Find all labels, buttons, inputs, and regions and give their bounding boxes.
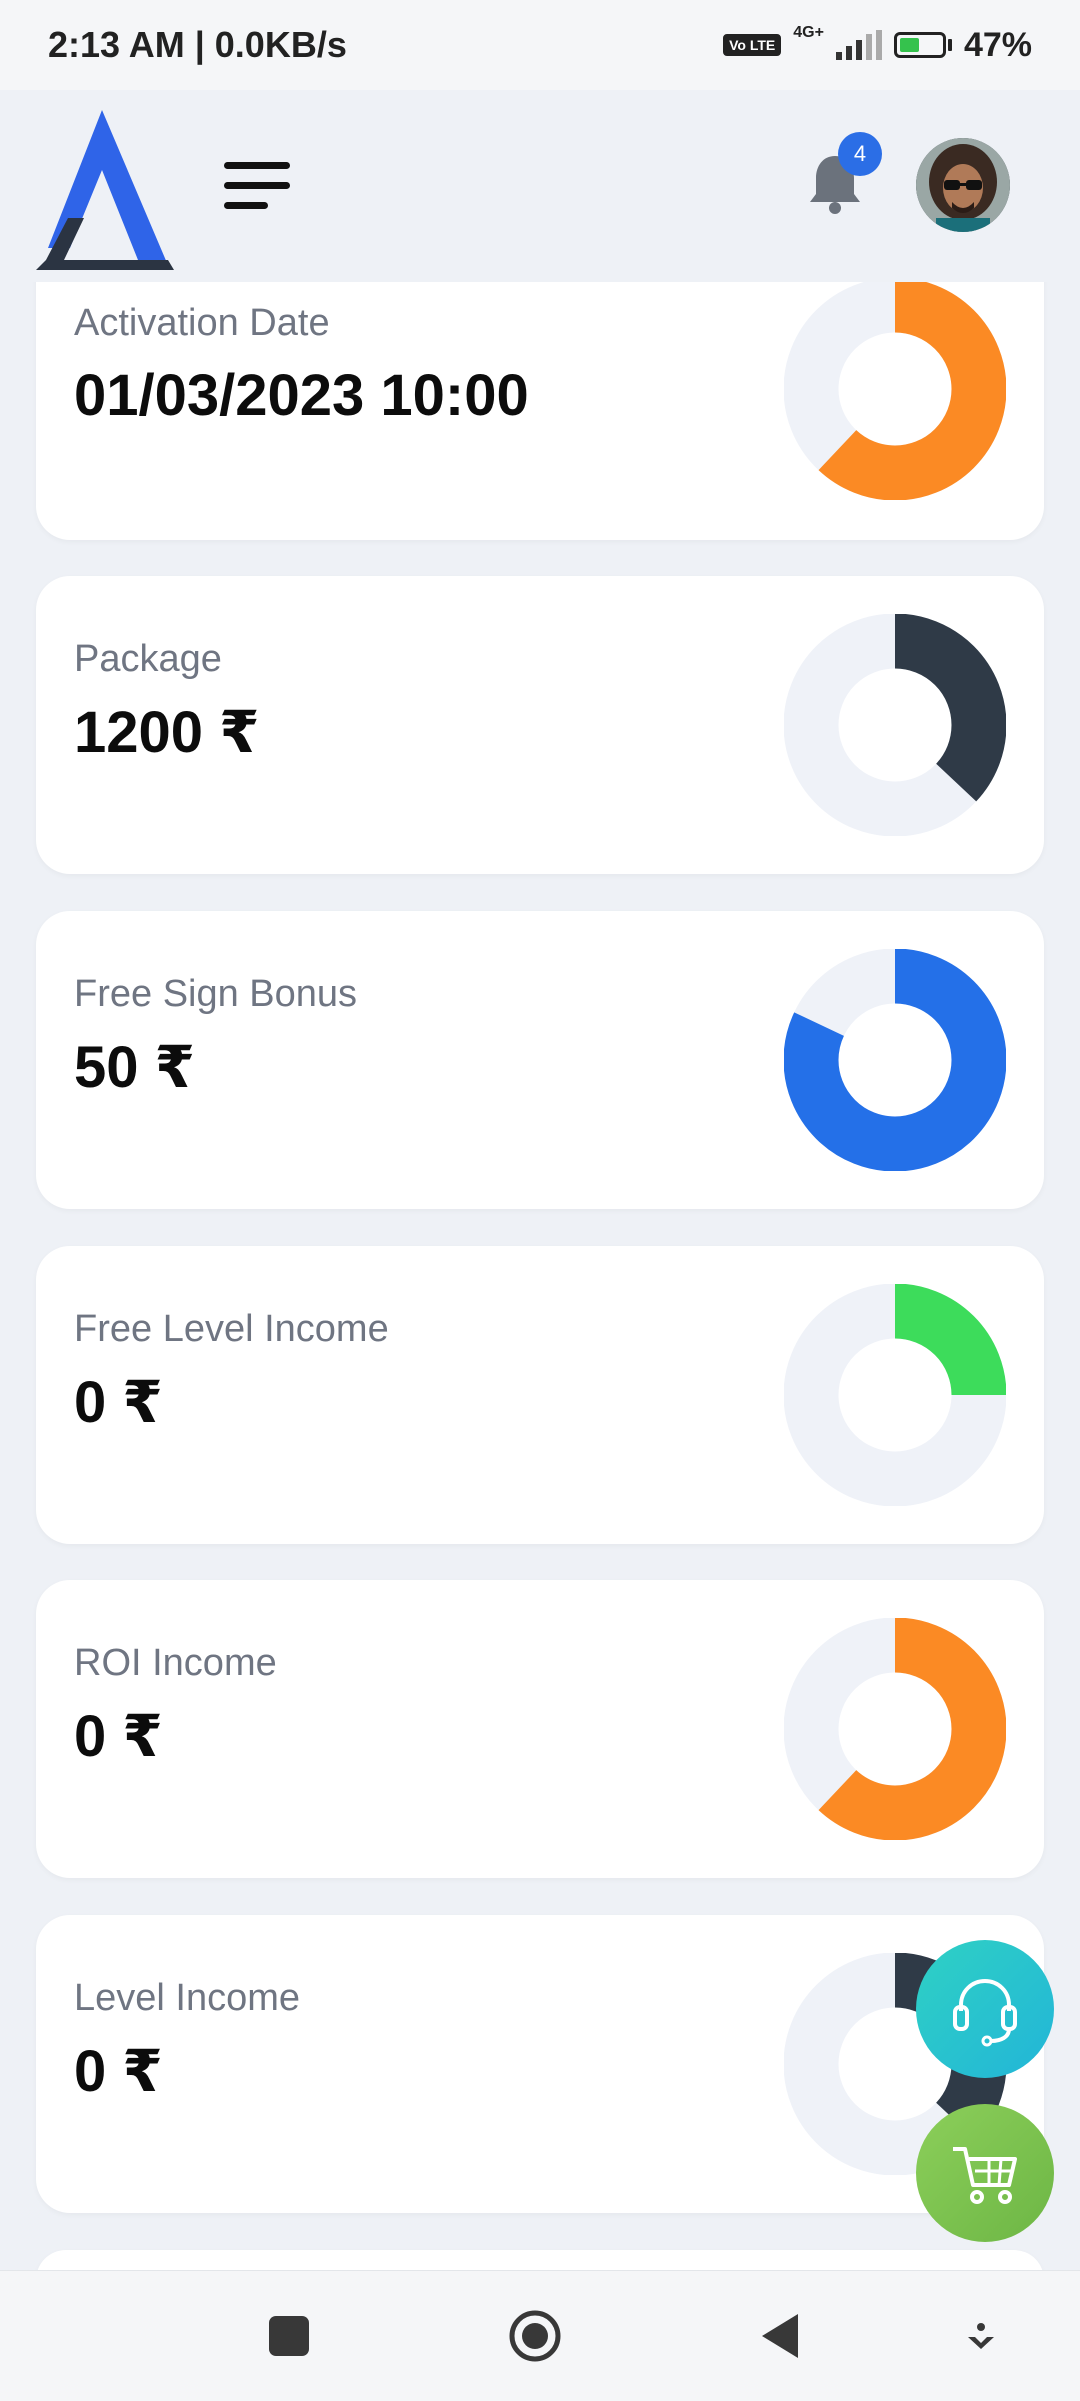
donut-chart-icon — [784, 614, 1006, 836]
stat-card-value: 1200 ₹ — [74, 700, 260, 765]
stat-card: Free Sign Bonus 50 ₹ — [36, 911, 1044, 1209]
stat-card-label: Free Level Income — [74, 1308, 389, 1350]
stat-card-value: 0 ₹ — [74, 1704, 163, 1769]
stat-card: Level Income 0 ₹ — [36, 1915, 1044, 2213]
donut-chart-icon — [784, 1284, 1006, 1506]
home-circle-icon[interactable] — [508, 2309, 562, 2363]
recents-square-icon[interactable] — [262, 2309, 316, 2363]
back-triangle-icon[interactable] — [754, 2309, 808, 2363]
stat-card: Package 1200 ₹ — [36, 576, 1044, 874]
donut-chart-icon — [784, 949, 1006, 1171]
stat-card-label: Free Sign Bonus — [74, 973, 358, 1015]
stat-card: Activation Date 01/03/2023 10:00 — [36, 270, 1044, 540]
headset-icon — [953, 1978, 1017, 2047]
stat-card-label: Level Income — [74, 1977, 301, 2019]
dashboard-content: Activation Date 01/03/2023 10:00 Package 12… — [0, 0, 1080, 2400]
stat-card-value: 01/03/2023 10:00 — [74, 363, 529, 428]
support-button[interactable] — [916, 1940, 1054, 2078]
stat-card: ROI Income 0 ₹ — [36, 1580, 1044, 1878]
donut-chart-icon — [784, 278, 1006, 500]
stat-card-label: Package — [74, 638, 222, 680]
stat-card-value: 50 ₹ — [74, 1035, 195, 1100]
app-logo[interactable] — [18, 100, 186, 270]
cart-icon — [953, 2147, 1017, 2204]
hamburger-menu-icon[interactable] — [224, 162, 290, 216]
system-nav-bar — [0, 2270, 1080, 2401]
app-header: 4 — [0, 90, 1080, 282]
user-avatar[interactable] — [916, 138, 1010, 232]
stat-card-label: Activation Date — [74, 302, 330, 344]
stat-card: Free Level Income 0 ₹ — [36, 1246, 1044, 1544]
cart-button[interactable] — [916, 2104, 1054, 2242]
donut-chart-icon — [784, 1618, 1006, 1840]
stat-card-value: 0 ₹ — [74, 2039, 163, 2104]
stat-card-value: 0 ₹ — [74, 1370, 163, 1435]
menu-down-icon[interactable] — [954, 2309, 1008, 2363]
stat-card-label: ROI Income — [74, 1642, 277, 1684]
notification-badge: 4 — [838, 132, 882, 176]
